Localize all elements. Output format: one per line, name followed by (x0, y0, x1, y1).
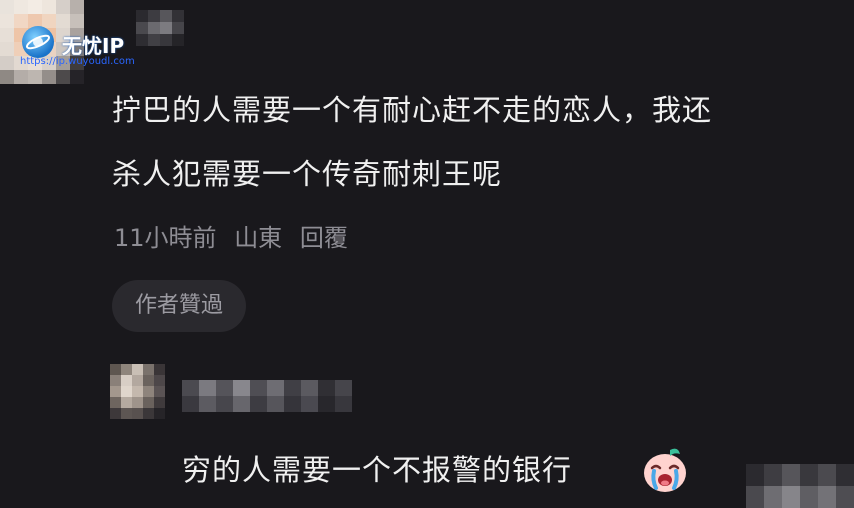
comment-text-line-1: 拧巴的人需要一个有耐心赶不走的恋人，我还 (112, 93, 713, 127)
reply-text: 穷的人需要一个不报警的银行 (182, 453, 573, 487)
planet-logo-icon (22, 26, 54, 58)
reply-username-blurred[interactable] (182, 380, 352, 412)
watermark-title: 无忧IP (62, 34, 125, 58)
comment-location: 山東 (234, 224, 283, 252)
comment-text-line-2: 杀人犯需要一个传奇耐刺王呢 (112, 157, 503, 191)
blurred-corner (746, 464, 854, 508)
crying-face-emoji-icon (640, 444, 690, 494)
reply-avatar[interactable] (110, 364, 165, 420)
reply-button[interactable]: 回覆 (300, 224, 348, 252)
commenter-name-blurred[interactable] (136, 10, 184, 46)
watermark-url: https://ip.wuyoudl.com (20, 56, 135, 67)
author-liked-badge: 作者贊過 (112, 280, 246, 332)
comment-time: 11小時前 (114, 224, 217, 252)
comment-meta: 11小時前 山東 回覆 (114, 218, 358, 253)
